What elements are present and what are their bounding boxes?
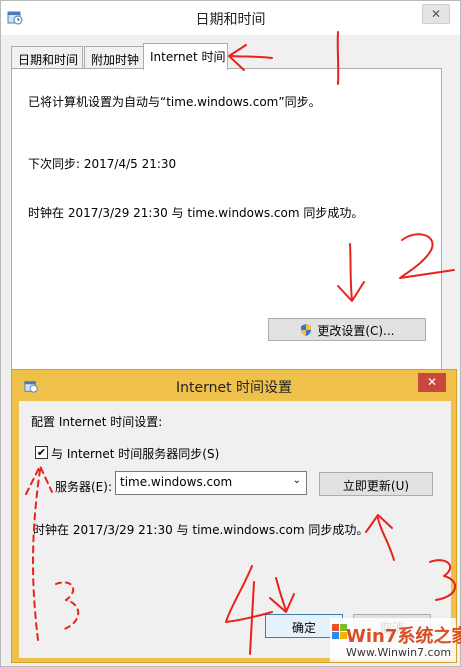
sync-checkbox-label: 与 Internet 时间服务器同步(S) [51,447,220,461]
change-settings-button[interactable]: 更改设置(C)... [268,318,426,341]
dialog-title: 日期和时间 [195,12,266,28]
watermark-url: Www.Winwin7.com [346,646,452,659]
sub-close-button[interactable]: ✕ [418,373,446,392]
sub-dialog-title: Internet 时间设置 [175,380,293,396]
shield-icon [301,324,312,336]
sub-title-bar: Internet 时间设置 ✕ [12,370,456,400]
tab-additional-clocks[interactable]: 附加时钟 [84,46,144,69]
close-button[interactable]: ✕ [422,4,450,24]
last-sync-text: 时钟在 2017/3/29 21:30 与 time.windows.com 同… [28,206,364,220]
tab-internet-time[interactable]: Internet 时间 [143,43,228,70]
server-select[interactable]: time.windows.com ⌄ [115,471,307,495]
tab-date-time[interactable]: 日期和时间 [11,46,83,69]
update-now-button[interactable]: 立即更新(U) [319,472,433,496]
sync-status-text: 时钟在 2017/3/29 21:30 与 time.windows.com 同… [33,523,369,537]
change-settings-label: 更改设置(C)... [317,324,395,338]
config-label: 配置 Internet 时间设置: [31,415,163,429]
next-sync-text: 下次同步: 2017/4/5 21:30 [28,157,177,171]
title-bar: 日期和时间 ✕ [1,1,460,35]
sync-checkbox[interactable]: ✔ [35,446,48,459]
chevron-down-icon: ⌄ [292,475,301,486]
watermark-brand: Win7系统之家 [346,626,461,647]
sync-info-text: 已将计算机设置为自动与“time.windows.com”同步。 [28,95,321,109]
server-label: 服务器(E): [55,480,112,494]
server-value: time.windows.com [120,475,233,489]
